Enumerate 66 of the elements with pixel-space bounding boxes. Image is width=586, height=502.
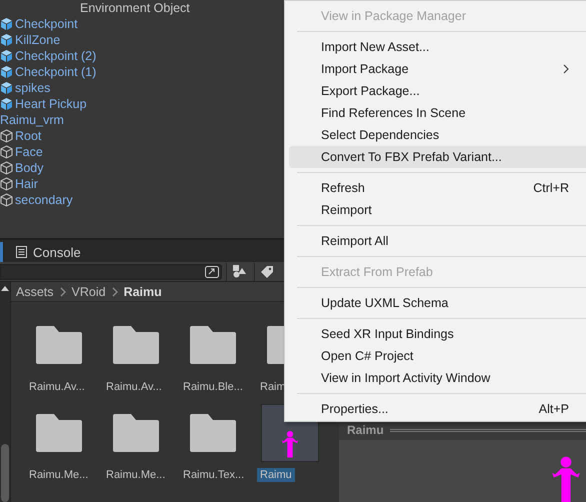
folder-icon	[190, 326, 236, 364]
hierarchy-item[interactable]: Checkpoint	[15, 16, 78, 32]
folder-icon	[113, 326, 159, 364]
menu-item[interactable]: Import New Asset...	[289, 36, 586, 58]
hierarchy-item[interactable]: Environment Object	[80, 0, 190, 16]
folder-icon	[36, 326, 82, 364]
asset-label[interactable]: Raimu	[257, 468, 295, 482]
chevron-icon	[112, 286, 118, 296]
cube-icon	[0, 193, 13, 207]
menu-item[interactable]: Reimport All	[289, 230, 586, 252]
menu-item[interactable]: Refresh Ctrl+R	[289, 177, 586, 199]
menu-item[interactable]: View in Import Activity Window	[289, 367, 586, 389]
tab-edge	[0, 242, 3, 262]
list-icon	[16, 246, 27, 258]
menu-item[interactable]: Update UXML Schema	[289, 292, 586, 314]
folder-icon	[190, 414, 236, 452]
menu-item[interactable]: Seed XR Input Bindings	[289, 323, 586, 345]
cube-icon	[0, 161, 13, 175]
menu-item[interactable]: Select Dependencies	[289, 124, 586, 146]
cube-icon	[0, 65, 13, 79]
hierarchy-item[interactable]: Checkpoint (1)	[15, 64, 96, 80]
hierarchy-item[interactable]: spikes	[15, 80, 50, 96]
asset-label[interactable]: Raimu.Av...	[103, 380, 165, 394]
cube-icon	[0, 33, 13, 47]
folder-icon	[113, 414, 159, 452]
preview-title: Raimu	[347, 423, 384, 437]
menu-item[interactable]: Import Package	[289, 58, 586, 80]
scrollbar[interactable]	[0, 282, 11, 502]
hierarchy-item[interactable]: Raimu_vrm	[0, 112, 64, 128]
hierarchy-item[interactable]: Heart Pickup	[15, 96, 87, 112]
shapes-icon	[232, 265, 246, 278]
hierarchy-item[interactable]: KillZone	[15, 32, 60, 48]
breadcrumb-item[interactable]: Assets	[16, 284, 54, 298]
menu-item[interactable]: Reimport	[289, 199, 586, 221]
asset-label[interactable]: Raimu.Me...	[103, 468, 168, 482]
menu-item[interactable]: Open C# Project	[289, 345, 586, 367]
search-field[interactable]	[0, 264, 222, 280]
breadcrumb-item[interactable]: VRoid	[72, 284, 106, 298]
cube-icon	[0, 17, 13, 31]
folder-icon	[36, 414, 82, 452]
expand-icon	[205, 266, 219, 278]
cube-icon	[0, 129, 13, 143]
menu-item[interactable]: Find References In Scene	[289, 102, 586, 124]
scrollbar-thumb[interactable]	[1, 444, 9, 502]
asset-label[interactable]: Raimu.Av...	[26, 380, 88, 394]
up-arrow-icon	[1, 286, 9, 291]
breadcrumb-item[interactable]: Raimu	[124, 284, 162, 298]
hierarchy-item[interactable]: secondary	[15, 192, 73, 208]
asset-label[interactable]: Raimu.Tex...	[180, 468, 248, 482]
chevron-icon	[60, 286, 66, 296]
menu-item[interactable]: Convert To FBX Prefab Variant...	[289, 146, 586, 168]
cube-icon	[0, 145, 13, 159]
cube-icon	[0, 49, 13, 63]
hierarchy-item[interactable]: Face	[15, 144, 43, 160]
cube-icon	[0, 81, 13, 95]
hierarchy-item[interactable]: Body	[15, 160, 44, 176]
tag-icon	[260, 266, 272, 278]
menu-item[interactable]: Properties... Alt+P	[289, 398, 586, 420]
hierarchy-item[interactable]: Checkpoint (2)	[15, 48, 96, 64]
asset-label[interactable]: Raimu.Ble...	[180, 380, 246, 394]
hierarchy-item[interactable]: Root	[15, 128, 42, 144]
cube-icon	[0, 97, 13, 111]
asset-label[interactable]: Raimu.Me...	[26, 468, 92, 482]
menu-item[interactable]: Export Package...	[289, 80, 586, 102]
cube-icon	[0, 177, 13, 191]
hierarchy-item[interactable]: Hair	[15, 176, 38, 192]
